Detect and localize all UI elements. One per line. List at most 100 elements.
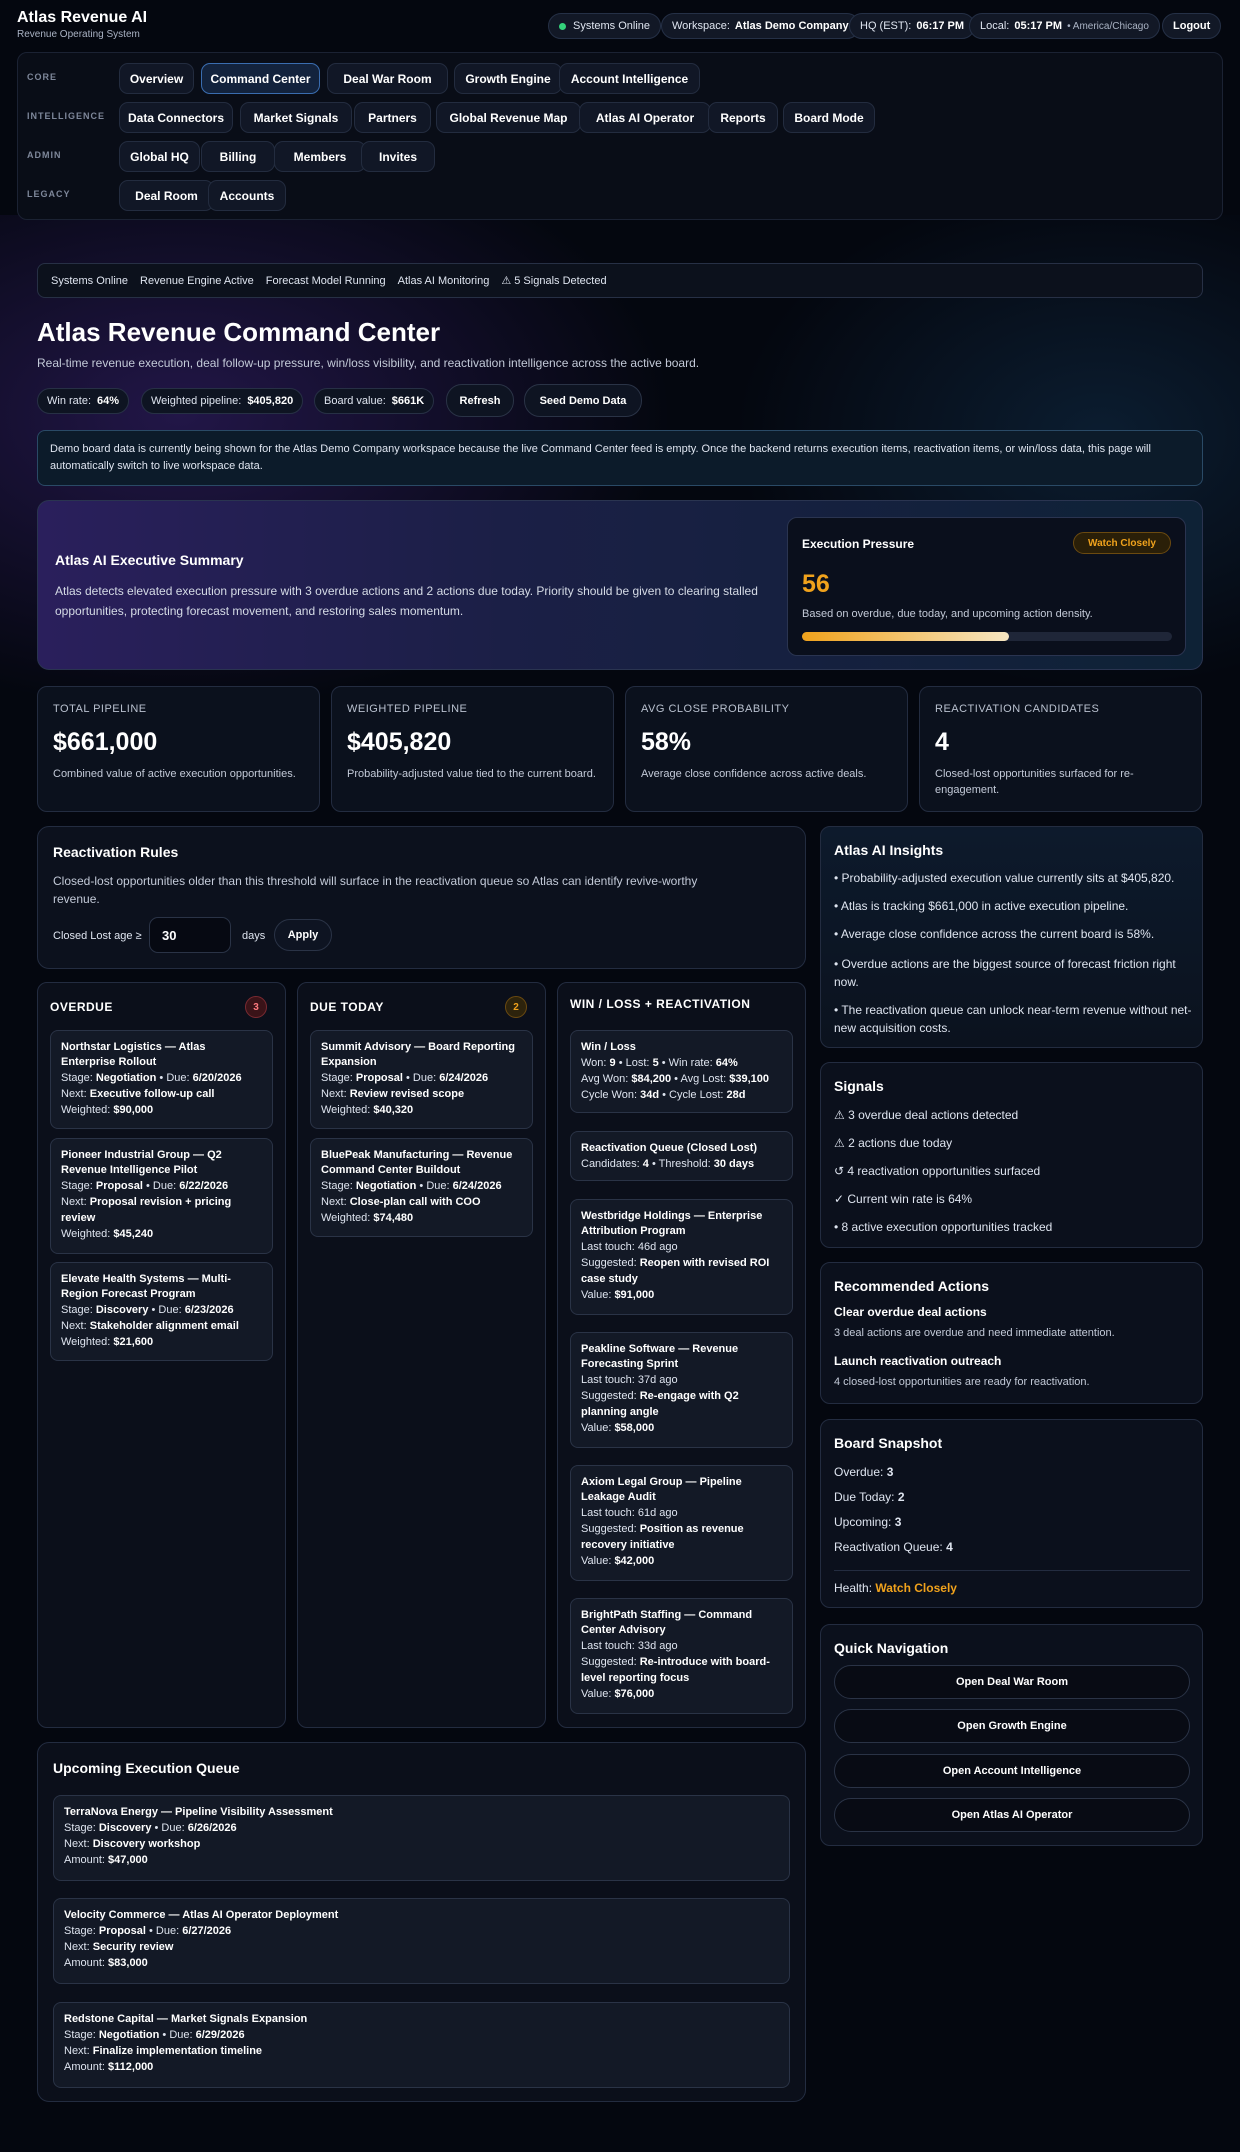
overdue-item-elevate[interactable]: Elevate Health Systems — Multi-Region Fo… bbox=[50, 1262, 273, 1361]
snapshot-label: Due Today: bbox=[834, 1490, 895, 1504]
deal-stage-due: Stage: Negotiation • Due: 6/29/2026 bbox=[64, 2029, 245, 2041]
workspace-pill[interactable]: Workspace: Atlas Demo Company bbox=[661, 13, 860, 39]
open-deal-war-room-button[interactable]: Open Deal War Room bbox=[834, 1665, 1190, 1699]
metric-description: Average close confidence across active d… bbox=[641, 768, 867, 780]
pressure-description: Based on overdue, due today, and upcomin… bbox=[802, 608, 1093, 620]
system-status-bar: Systems Online Revenue Engine Active For… bbox=[37, 263, 1203, 298]
nav-reports[interactable]: Reports bbox=[708, 102, 778, 133]
recommended-action-title[interactable]: Clear overdue deal actions bbox=[834, 1305, 987, 1319]
suggested-value: Position as revenue recovery initiative bbox=[581, 1523, 744, 1551]
metric-avg-close-probability: AVG CLOSE PROBABILITY 58% Average close … bbox=[625, 686, 908, 812]
app-title: Atlas Revenue AI bbox=[17, 9, 148, 26]
board-label: Board value: bbox=[324, 395, 386, 407]
nav-invites[interactable]: Invites bbox=[361, 141, 435, 172]
nav-growth-engine[interactable]: Growth Engine bbox=[454, 63, 562, 94]
nav-data-connectors[interactable]: Data Connectors bbox=[119, 102, 233, 133]
recommended-action-title[interactable]: Launch reactivation outreach bbox=[834, 1354, 1001, 1368]
snapshot-label: Reactivation Queue: bbox=[834, 1540, 943, 1554]
insight-item: • The reactivation queue can unlock near… bbox=[834, 1003, 1192, 1035]
quick-navigation-card: Quick Navigation Open Deal War Room Open… bbox=[820, 1624, 1203, 1846]
open-account-intelligence-button[interactable]: Open Account Intelligence bbox=[834, 1754, 1190, 1788]
suggested: Suggested: Position as revenue recovery … bbox=[581, 1523, 744, 1551]
last-touch-value: 37d ago bbox=[637, 1374, 678, 1386]
last-touch-value: 46d ago bbox=[637, 1241, 678, 1253]
nav-global-hq[interactable]: Global HQ bbox=[119, 141, 200, 172]
local-time-pill: Local: 05:17 PM • America/Chicago bbox=[969, 13, 1160, 39]
nav-admin-label: ADMIN bbox=[27, 150, 62, 160]
overdue-item-northstar[interactable]: Northstar Logistics — Atlas Enterprise R… bbox=[50, 1030, 273, 1129]
nav-atlas-ai-operator[interactable]: Atlas AI Operator bbox=[579, 102, 711, 133]
recommended-action-desc: 4 closed-lost opportunities are ready fo… bbox=[834, 1376, 1090, 1388]
reactivation-item-axiom[interactable]: Axiom Legal Group — Pipeline Leakage Aud… bbox=[570, 1465, 793, 1581]
refresh-button[interactable]: Refresh bbox=[446, 384, 514, 417]
win-rate-label: Win rate: bbox=[47, 395, 92, 407]
signal-item: ⚠ 3 overdue deal actions detected bbox=[834, 1108, 1019, 1122]
deal-next-value: Review revised scope bbox=[349, 1088, 465, 1100]
hq-time: 06:17 PM bbox=[916, 20, 965, 32]
pressure-progress-track bbox=[802, 632, 1172, 641]
avg-lost-label: Avg Lost: bbox=[680, 1073, 727, 1085]
deal-next: Next: Executive follow-up call bbox=[61, 1088, 215, 1100]
deal-value: Value: $42,000 bbox=[581, 1555, 655, 1567]
summary-title: Atlas AI Executive Summary bbox=[55, 552, 244, 568]
metric-description: Probability-adjusted value tied to the c… bbox=[347, 768, 596, 780]
nav-billing[interactable]: Billing bbox=[201, 141, 275, 172]
pressure-value: 56 bbox=[802, 570, 830, 598]
upcoming-item-redstone[interactable]: Redstone Capital — Market Signals Expans… bbox=[53, 2002, 790, 2088]
cycle-won-value: 34d bbox=[640, 1089, 660, 1101]
nav-accounts[interactable]: Accounts bbox=[208, 180, 286, 211]
nav-deal-room[interactable]: Deal Room bbox=[119, 180, 214, 211]
due-today-item-summit[interactable]: Summit Advisory — Board Reporting Expans… bbox=[310, 1030, 533, 1129]
won-value: 9 bbox=[609, 1057, 616, 1069]
open-growth-engine-button[interactable]: Open Growth Engine bbox=[834, 1709, 1190, 1743]
cycle-lost-label: Cycle Lost: bbox=[669, 1089, 724, 1101]
snapshot-value: 3 bbox=[886, 1465, 894, 1479]
rules-title: Reactivation Rules bbox=[53, 844, 179, 860]
upcoming-execution-queue: Upcoming Execution Queue TerraNova Energ… bbox=[37, 1742, 806, 2102]
snapshot-health-value: Watch Closely bbox=[875, 1581, 957, 1595]
apply-button[interactable]: Apply bbox=[274, 919, 332, 951]
nav-overview[interactable]: Overview bbox=[119, 63, 194, 94]
hq-label: HQ (EST): bbox=[860, 20, 912, 32]
hq-time-pill: HQ (EST): 06:17 PM bbox=[849, 13, 976, 39]
seed-demo-data-button[interactable]: Seed Demo Data bbox=[524, 384, 642, 417]
closed-lost-age-input[interactable]: 30 bbox=[149, 917, 231, 953]
avg-lost-value: $39,100 bbox=[729, 1073, 769, 1085]
deal-stage-due: Stage: Negotiation • Due: 6/24/2026 bbox=[321, 1180, 502, 1192]
nav-deal-war-room[interactable]: Deal War Room bbox=[327, 63, 448, 94]
logout-button[interactable]: Logout bbox=[1162, 13, 1222, 39]
reactivation-item-brightpath[interactable]: BrightPath Staffing — Command Center Adv… bbox=[570, 1598, 793, 1714]
candidates-label: Candidates: bbox=[581, 1158, 640, 1170]
deal-value-amount: $58,000 bbox=[614, 1422, 655, 1434]
reactivation-item-peakline[interactable]: Peakline Software — Revenue Forecasting … bbox=[570, 1332, 793, 1448]
upcoming-item-terranova[interactable]: TerraNova Energy — Pipeline Visibility A… bbox=[53, 1795, 790, 1881]
deal-due: 6/22/2026 bbox=[179, 1180, 229, 1192]
rate-value: 64% bbox=[715, 1057, 738, 1069]
nav-command-center[interactable]: Command Center bbox=[201, 63, 320, 94]
open-atlas-ai-operator-button[interactable]: Open Atlas AI Operator bbox=[834, 1798, 1190, 1832]
snapshot-divider bbox=[834, 1570, 1190, 1571]
deal-next-value: Finalize implementation timeline bbox=[92, 2045, 263, 2057]
reactivation-item-westbridge[interactable]: Westbridge Holdings — Enterprise Attribu… bbox=[570, 1199, 793, 1315]
nav-board-mode[interactable]: Board Mode bbox=[783, 102, 875, 133]
weighted-value: $405,820 bbox=[247, 395, 294, 407]
nav-members[interactable]: Members bbox=[274, 141, 366, 172]
deal-weighted: Weighted: $21,600 bbox=[61, 1336, 154, 1348]
win-rate-value: 64% bbox=[97, 395, 120, 407]
deal-next: Next: Security review bbox=[64, 1941, 174, 1953]
nav-market-signals[interactable]: Market Signals bbox=[240, 102, 352, 133]
last-touch: Last touch: 37d ago bbox=[581, 1374, 678, 1386]
nav-account-intelligence[interactable]: Account Intelligence bbox=[559, 63, 700, 94]
nav-partners[interactable]: Partners bbox=[354, 102, 431, 133]
rules-unit: days bbox=[242, 930, 266, 942]
due-today-item-bluepeak[interactable]: BluePeak Manufacturing — Revenue Command… bbox=[310, 1138, 533, 1237]
deal-weighted: Weighted: $45,240 bbox=[61, 1228, 154, 1240]
deal-stage: Discovery bbox=[98, 1822, 152, 1834]
overdue-item-pioneer[interactable]: Pioneer Industrial Group — Q2 Revenue In… bbox=[50, 1138, 273, 1254]
rules-input-label: Closed Lost age ≥ bbox=[53, 930, 142, 942]
nav-global-revenue-map[interactable]: Global Revenue Map bbox=[436, 102, 581, 133]
local-label: Local: bbox=[980, 20, 1010, 32]
deal-due: 6/23/2026 bbox=[184, 1304, 234, 1316]
upcoming-item-velocity[interactable]: Velocity Commerce — Atlas AI Operator De… bbox=[53, 1898, 790, 1984]
deal-amount: Amount: $83,000 bbox=[64, 1957, 148, 1969]
